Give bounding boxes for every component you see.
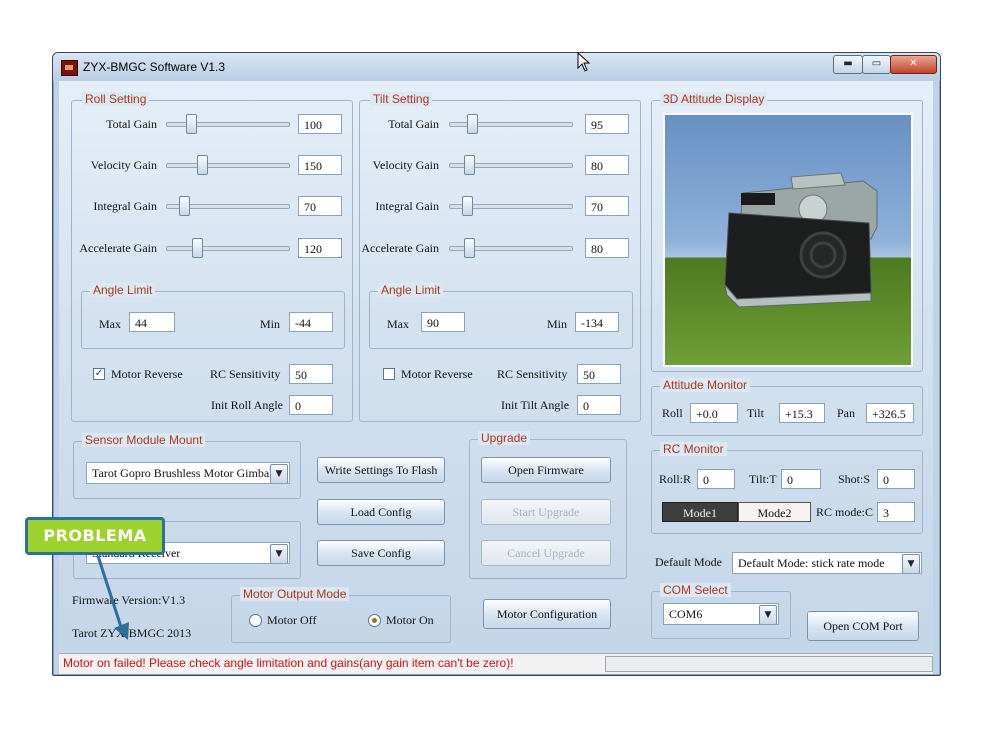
annotation-arrow-icon (96, 555, 129, 640)
mouse-cursor-icon (577, 52, 591, 72)
